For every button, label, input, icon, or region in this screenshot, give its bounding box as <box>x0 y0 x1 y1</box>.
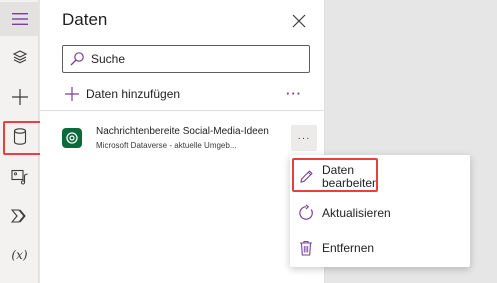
pencil-icon <box>290 169 322 185</box>
search-box[interactable] <box>62 45 310 73</box>
more-options-button[interactable]: ··· <box>283 84 305 102</box>
refresh-icon <box>290 204 322 222</box>
variables-icon: (x) <box>11 248 28 262</box>
data-source-item[interactable]: Nachrichtenbereite Social-Media-Ideen Mi… <box>40 118 325 158</box>
data-source-name: Nachrichtenbereite Social-Media-Ideen <box>96 126 269 137</box>
search-input[interactable] <box>91 52 291 66</box>
left-rail: (x) <box>0 0 39 283</box>
remove-menu-item[interactable]: Entfernen <box>290 232 470 264</box>
context-menu: Daten bearbeiten Aktualisieren Entfernen <box>290 155 470 267</box>
tree-view-button[interactable] <box>0 40 39 74</box>
refresh-menu-item[interactable]: Aktualisieren <box>290 197 470 229</box>
dataverse-icon <box>62 128 82 148</box>
edit-data-label: Daten bearbeiten <box>322 164 379 190</box>
remove-label: Entfernen <box>322 241 375 255</box>
edit-data-menu-item[interactable]: Daten bearbeiten <box>290 160 470 194</box>
power-automate-icon <box>10 209 26 223</box>
refresh-label: Aktualisieren <box>322 206 391 220</box>
data-source-more-button[interactable]: ··· <box>291 125 317 151</box>
database-icon <box>13 127 26 145</box>
media-icon <box>10 169 28 185</box>
power-automate-button[interactable] <box>0 199 39 233</box>
trash-icon <box>290 240 322 256</box>
close-icon <box>292 14 306 28</box>
panel-title: Daten <box>62 10 108 29</box>
add-icon <box>64 86 80 102</box>
add-data-button[interactable]: Daten hinzufügen <box>64 84 180 104</box>
search-icon <box>63 51 91 67</box>
layers-icon <box>12 50 27 64</box>
data-source-subtitle: Microsoft Dataverse - aktuelle Umgeb... <box>96 141 237 150</box>
data-button[interactable] <box>0 119 39 153</box>
divider <box>40 110 325 111</box>
add-data-label: Daten hinzufügen <box>86 87 181 101</box>
plus-icon <box>11 89 28 105</box>
close-button[interactable] <box>288 10 310 32</box>
media-button[interactable] <box>0 160 39 194</box>
hamburger-button[interactable] <box>0 2 39 36</box>
data-panel: Daten Daten hinzufügen ··· <box>40 0 325 283</box>
variables-button[interactable]: (x) <box>0 238 39 272</box>
edit-data-label-line2: bearbeiten <box>322 176 379 190</box>
insert-button[interactable] <box>0 80 39 114</box>
hamburger-icon <box>11 13 28 25</box>
